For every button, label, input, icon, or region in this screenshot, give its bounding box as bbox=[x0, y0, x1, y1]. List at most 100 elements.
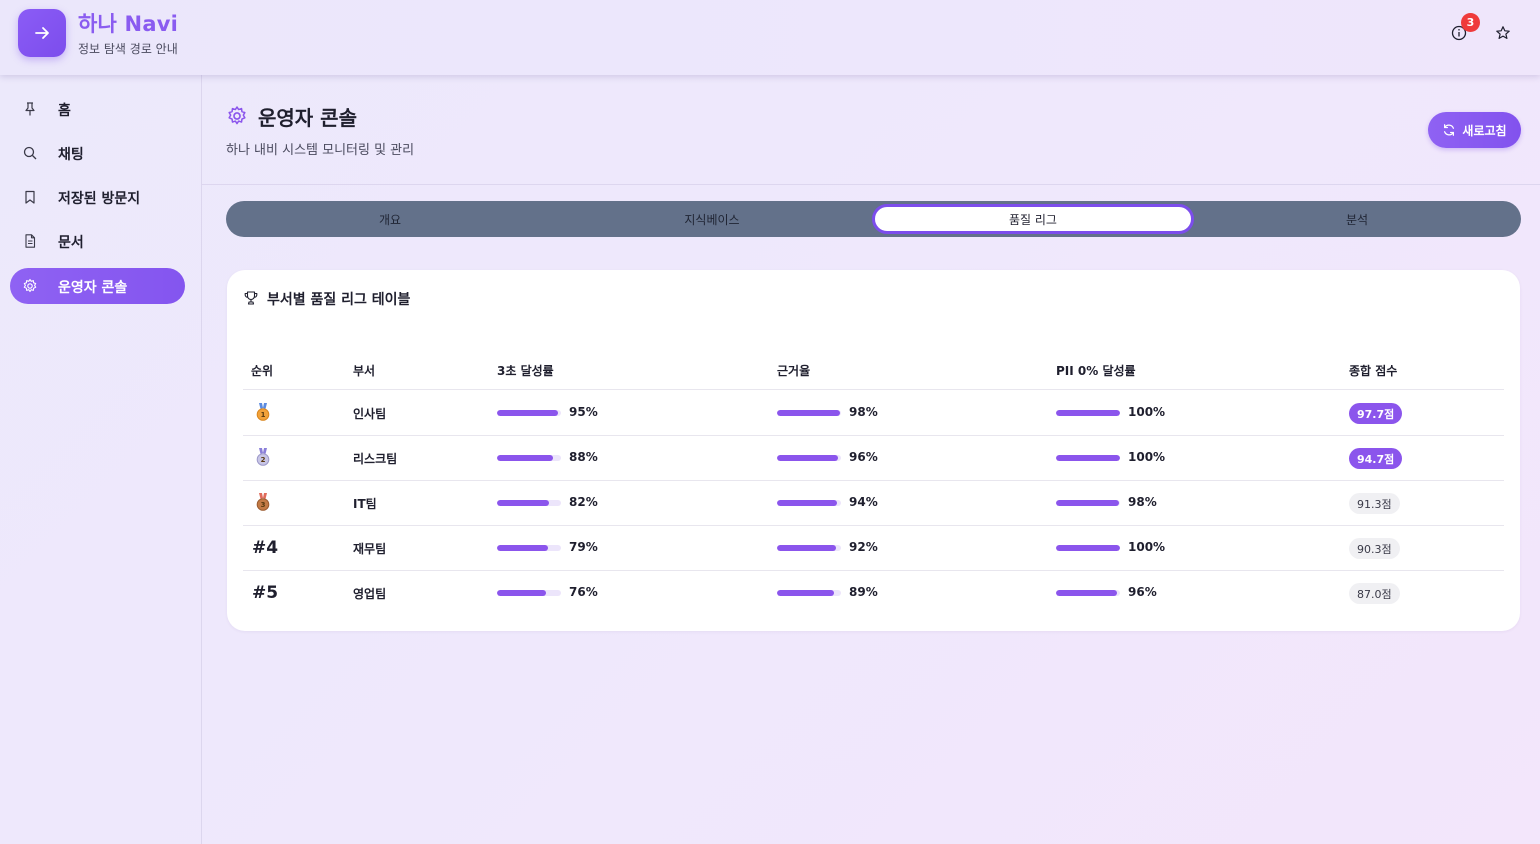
score-badge: 87.0점 bbox=[1349, 583, 1400, 604]
pii-progress-bar bbox=[1056, 545, 1120, 551]
speed-progress-bar bbox=[497, 455, 561, 461]
speed-progress-bar bbox=[497, 545, 561, 551]
sidebar-item-home[interactable]: 홈 bbox=[10, 91, 185, 127]
pii-percent: 100% bbox=[1128, 540, 1166, 554]
speed-percent: 76% bbox=[569, 585, 598, 599]
dept-name: 재무팀 bbox=[353, 542, 387, 556]
favorite-button[interactable] bbox=[1492, 22, 1514, 44]
pin-icon bbox=[25, 102, 35, 116]
evidence-progress-bar bbox=[777, 590, 841, 596]
speed-progress-bar bbox=[497, 410, 561, 416]
evidence-progress-bar bbox=[777, 410, 841, 416]
medal-rank-label: 3 bbox=[261, 501, 266, 509]
sidebar-item-label: 채팅 bbox=[58, 147, 84, 163]
refresh-icon bbox=[1444, 124, 1455, 136]
notification-badge: 3 bbox=[1461, 13, 1480, 32]
medal-rank-label: 2 bbox=[261, 456, 266, 464]
speed-percent: 79% bbox=[569, 540, 598, 554]
dept-name: IT팀 bbox=[353, 497, 377, 511]
speed-percent: 82% bbox=[569, 495, 598, 509]
evidence-progress-bar bbox=[777, 545, 841, 551]
table-row[interactable]: 1 인사팀 95% 98% 100% 97.7점 bbox=[243, 391, 1504, 436]
sidebar-item-documents[interactable]: 문서 bbox=[10, 223, 185, 259]
pii-progress-fill bbox=[1056, 545, 1120, 551]
tab-knowledge-base[interactable]: 지식베이스 bbox=[551, 204, 873, 234]
speed-progress-fill bbox=[497, 410, 558, 416]
tab-overview[interactable]: 개요 bbox=[229, 204, 551, 234]
app-subtitle: 정보 탐색 경로 안내 bbox=[78, 42, 178, 56]
table-row[interactable]: 3 IT팀 82% 94% 98% 91.3점 bbox=[243, 481, 1504, 526]
table-row[interactable]: 2 리스크팀 88% 96% 100% 94.7점 bbox=[243, 436, 1504, 481]
trophy-icon bbox=[244, 291, 258, 305]
sidebar-item-label: 운영자 콘솔 bbox=[58, 280, 128, 296]
arrow-right-icon bbox=[35, 27, 49, 39]
column-header-evidence: 근거율 bbox=[777, 364, 811, 378]
speed-percent: 88% bbox=[569, 450, 598, 464]
page-title: 운영자 콘솔 bbox=[258, 106, 357, 130]
pii-progress-bar bbox=[1056, 455, 1120, 461]
pii-percent: 100% bbox=[1128, 405, 1166, 419]
silver-medal-icon: 2 bbox=[256, 448, 270, 466]
app-title: 하나 Navi bbox=[78, 12, 178, 36]
table-header: 순위 부서 3초 달성률 근거율 PII 0% 달성률 종합 점수 bbox=[243, 352, 1504, 390]
pii-percent: 98% bbox=[1128, 495, 1157, 509]
dept-name: 리스크팀 bbox=[353, 452, 398, 466]
speed-progress-fill bbox=[497, 545, 548, 551]
pii-progress-fill bbox=[1056, 455, 1120, 461]
column-header-dept: 부서 bbox=[353, 364, 376, 378]
column-header-speed: 3초 달성률 bbox=[497, 364, 554, 378]
rank-label: #4 bbox=[252, 538, 279, 558]
sidebar-item-operator-console[interactable]: 운영자 콘솔 bbox=[10, 268, 185, 304]
document-icon bbox=[25, 234, 36, 248]
gold-medal-icon: 1 bbox=[256, 403, 270, 421]
page-header: 운영자 콘솔 하나 내비 시스템 모니터링 및 관리 새로고침 bbox=[202, 75, 1540, 185]
speed-percent: 95% bbox=[569, 405, 598, 419]
pii-percent: 100% bbox=[1128, 450, 1166, 464]
gear-icon bbox=[228, 106, 246, 125]
sidebar-item-saved[interactable]: 저장된 방문지 bbox=[10, 179, 185, 215]
evidence-percent: 98% bbox=[849, 405, 878, 419]
score-badge: 91.3점 bbox=[1349, 493, 1400, 514]
dept-name: 영업팀 bbox=[353, 587, 387, 601]
evidence-progress-fill bbox=[777, 455, 839, 461]
gear-icon bbox=[23, 278, 37, 293]
medal-rank-label: 1 bbox=[261, 411, 266, 419]
sidebar-item-label: 저장된 방문지 bbox=[58, 191, 141, 207]
tab-quality-league[interactable]: 품질 리그 bbox=[872, 204, 1194, 234]
score-badge: 94.7점 bbox=[1349, 448, 1403, 469]
evidence-progress-bar bbox=[777, 500, 841, 506]
pii-progress-fill bbox=[1056, 590, 1118, 596]
speed-progress-fill bbox=[497, 455, 554, 461]
tab-analytics[interactable]: 분석 bbox=[1196, 204, 1518, 234]
star-icon bbox=[1496, 26, 1510, 39]
speed-progress-fill bbox=[497, 590, 546, 596]
tab-bar: 개요 지식베이스 품질 리그 분석 bbox=[226, 201, 1521, 237]
table-row[interactable]: #4 재무팀 79% 92% 100% 90.3점 bbox=[243, 526, 1504, 571]
evidence-progress-fill bbox=[777, 545, 836, 551]
refresh-label: 새로고침 bbox=[1462, 123, 1507, 138]
app-header: 하나 Navi 정보 탐색 경로 안내 3 bbox=[0, 0, 1540, 75]
pii-progress-fill bbox=[1056, 410, 1120, 416]
column-header-score: 종합 점수 bbox=[1349, 364, 1398, 378]
evidence-progress-fill bbox=[777, 500, 838, 506]
refresh-button[interactable]: 새로고침 bbox=[1428, 112, 1521, 148]
dept-name: 인사팀 bbox=[353, 407, 387, 421]
sidebar: 홈 채팅 저장된 방문지 문서 운영자 콘솔 bbox=[0, 75, 202, 844]
pii-progress-bar bbox=[1056, 590, 1120, 596]
logo-button[interactable] bbox=[18, 9, 66, 57]
bookmark-icon bbox=[25, 190, 35, 204]
pii-progress-bar bbox=[1056, 500, 1120, 506]
sidebar-item-label: 홈 bbox=[58, 103, 71, 119]
sidebar-item-chat[interactable]: 채팅 bbox=[10, 135, 185, 171]
column-header-rank: 순위 bbox=[251, 364, 274, 378]
league-card: 부서별 품질 리그 테이블 순위 부서 3초 달성률 근거율 PII 0% 달성… bbox=[227, 270, 1520, 631]
pii-progress-fill bbox=[1056, 500, 1119, 506]
evidence-percent: 94% bbox=[849, 495, 878, 509]
page-subtitle: 하나 내비 시스템 모니터링 및 관리 bbox=[226, 143, 415, 158]
column-header-pii: PII 0% 달성률 bbox=[1056, 364, 1136, 378]
card-title: 부서별 품질 리그 테이블 bbox=[267, 292, 411, 308]
bronze-medal-icon: 3 bbox=[256, 493, 270, 511]
evidence-percent: 89% bbox=[849, 585, 878, 599]
evidence-progress-fill bbox=[777, 410, 840, 416]
table-row[interactable]: #5 영업팀 76% 89% 96% 87.0점 bbox=[243, 571, 1504, 616]
